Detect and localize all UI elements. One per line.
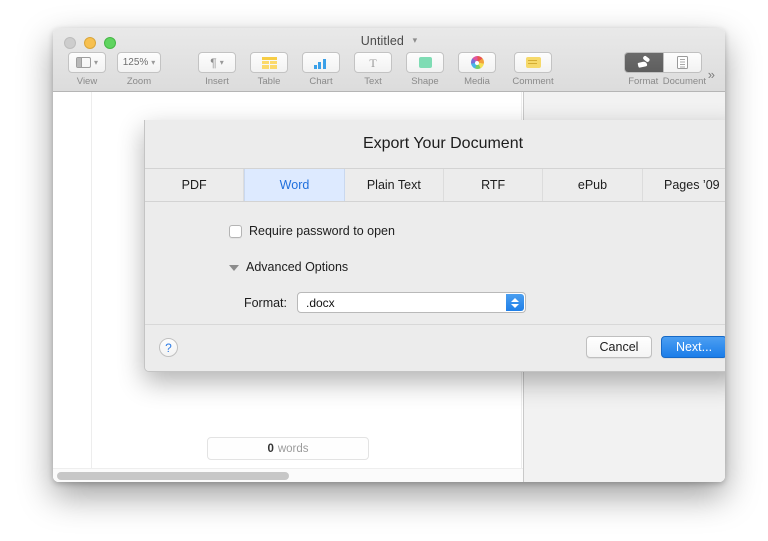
toolbar-label-zoom: Zoom	[126, 76, 152, 87]
media-pinwheel-icon	[470, 56, 484, 69]
window-titlebar: Untitled ▾ ▾ View 125% ▾ Zoom ¶ ▾ Insert…	[53, 28, 725, 92]
sheet-title: Export Your Document	[145, 120, 725, 168]
main-toolbar: ▾ View 125% ▾ Zoom ¶ ▾ Insert Table Char…	[53, 52, 725, 92]
toolbar-item-zoom[interactable]: 125% ▾ Zoom	[113, 52, 165, 87]
document-title-text: Untitled	[360, 34, 404, 48]
toolbar-item-chart[interactable]: Chart	[295, 52, 347, 87]
tab-plain-text[interactable]: Plain Text	[345, 169, 444, 201]
comment-button[interactable]	[514, 52, 552, 73]
table-grid-icon	[261, 56, 277, 69]
cancel-button[interactable]: Cancel	[586, 336, 652, 358]
word-count-label: words	[277, 442, 309, 455]
zoom-button[interactable]: 125% ▾	[116, 52, 162, 73]
toolbar-item-table[interactable]: Table	[243, 52, 295, 87]
sheet-action-buttons: Cancel Next...	[586, 336, 725, 358]
tab-word[interactable]: Word	[244, 169, 345, 201]
toolbar-item-comment[interactable]: Comment	[503, 52, 563, 87]
word-count-badge: 0 words	[207, 437, 369, 460]
view-button[interactable]: ▾	[68, 52, 106, 73]
next-button[interactable]: Next...	[661, 336, 725, 358]
sheet-body: Require password to open Advanced Option…	[145, 202, 725, 324]
toolbar-label-comment: Comment	[512, 76, 554, 87]
horizontal-scrollbar-thumb[interactable]	[57, 471, 289, 480]
horizontal-scrollbar[interactable]	[53, 468, 523, 482]
toolbar-label-media: Media	[464, 76, 490, 87]
tab-pdf[interactable]: PDF	[145, 169, 245, 201]
word-count-number: 0	[267, 442, 274, 455]
toolbar-label-shape: Shape	[411, 76, 439, 87]
format-row: Format: .docx	[229, 292, 526, 313]
toolbar-item-view[interactable]: ▾ View	[61, 52, 113, 87]
pages-app-window: Untitled ▾ ▾ View 125% ▾ Zoom ¶ ▾ Insert…	[53, 28, 725, 482]
require-password-checkbox[interactable]	[229, 224, 242, 238]
chart-button[interactable]	[302, 52, 340, 73]
export-format-tabs: PDF Word Plain Text RTF ePub Pages ’09	[145, 168, 725, 202]
require-password-row[interactable]: Require password to open	[229, 224, 395, 238]
toolbar-label-text: Text	[364, 76, 382, 87]
media-button[interactable]	[458, 52, 496, 73]
chevron-down-icon: ▾	[151, 57, 156, 67]
desktop-backdrop: Untitled ▾ ▾ View 125% ▾ Zoom ¶ ▾ Insert…	[0, 0, 768, 541]
format-popup-button[interactable]: .docx	[297, 292, 526, 313]
toolbar-label-table: Table	[257, 76, 281, 87]
inspector-label-format: Format	[628, 76, 659, 87]
format-label: Format:	[243, 295, 287, 310]
window-layout-icon	[75, 57, 91, 68]
help-button[interactable]: ?	[159, 338, 178, 357]
stepper-up-down-icon[interactable]	[506, 294, 524, 311]
table-button[interactable]	[250, 52, 288, 73]
export-document-sheet: Export Your Document PDF Word Plain Text…	[144, 120, 725, 372]
toolbar-label-view: View	[76, 76, 98, 87]
require-password-label: Require password to open	[249, 224, 395, 238]
format-selected-value: .docx	[306, 295, 335, 310]
text-t-icon: T	[369, 55, 377, 70]
toolbar-overflow-button[interactable]: »	[708, 63, 715, 82]
comment-note-icon	[525, 57, 541, 68]
inspector-segmented-control: Format Document	[623, 52, 707, 87]
toolbar-label-insert: Insert	[205, 76, 229, 87]
document-title[interactable]: Untitled ▾	[53, 34, 725, 48]
chevron-down-icon: ▾	[93, 57, 98, 67]
text-button[interactable]: T	[354, 52, 392, 73]
toolbar-item-insert[interactable]: ¶ ▾ Insert	[191, 52, 243, 87]
sheet-footer: ? Cancel Next...	[145, 324, 725, 371]
toolbar-label-chart: Chart	[309, 76, 333, 87]
toolbar-item-media[interactable]: Media	[451, 52, 503, 87]
tab-pages-09[interactable]: Pages ’09	[643, 169, 725, 201]
format-inspector-tab[interactable]	[624, 53, 663, 72]
shape-square-icon	[418, 57, 432, 68]
insert-button[interactable]: ¶ ▾	[198, 52, 236, 73]
paintbrush-icon	[637, 56, 651, 69]
pilcrow-icon: ¶	[210, 55, 217, 70]
inspector-label-document: Document	[662, 76, 707, 87]
document-page-icon	[676, 56, 688, 69]
advanced-options-disclosure[interactable]: Advanced Options	[229, 260, 348, 274]
bar-chart-icon	[313, 57, 329, 69]
zoom-level-value: 125%	[122, 57, 149, 68]
toolbar-item-text[interactable]: T Text	[347, 52, 399, 87]
chevron-down-icon[interactable]: ▾	[413, 35, 418, 46]
advanced-options-label: Advanced Options	[246, 260, 349, 274]
toolbar-item-shape[interactable]: Shape	[399, 52, 451, 87]
shape-button[interactable]	[406, 52, 444, 73]
triangle-down-icon[interactable]	[229, 264, 239, 271]
document-inspector-tab[interactable]	[662, 53, 701, 72]
tab-epub[interactable]: ePub	[543, 169, 643, 201]
tab-rtf[interactable]: RTF	[444, 169, 544, 201]
chevron-down-icon: ▾	[219, 57, 224, 67]
